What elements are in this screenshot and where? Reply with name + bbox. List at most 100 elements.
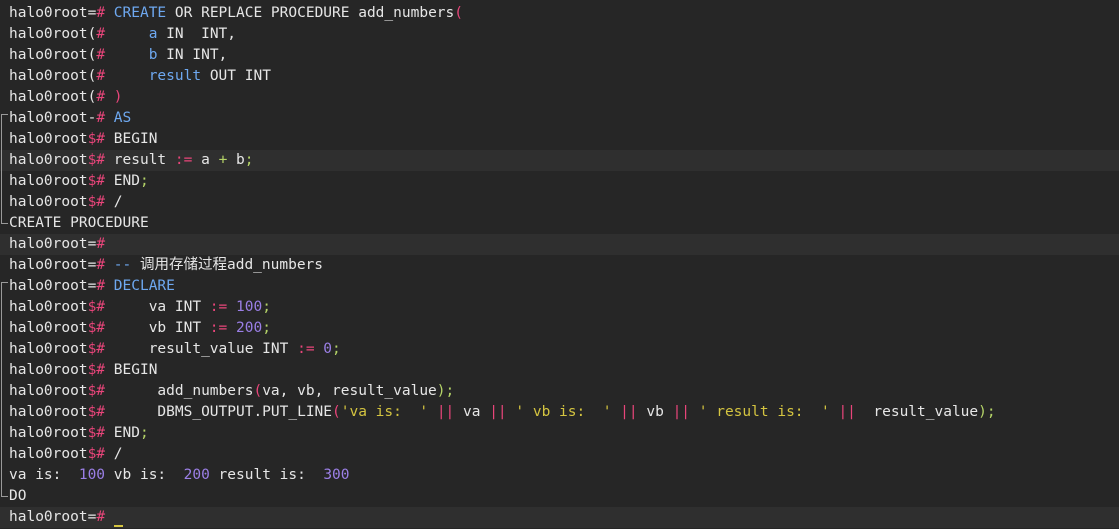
terminal-text: ; [139, 425, 149, 441]
terminal-line: DO [0, 486, 1119, 507]
terminal-line: halo0root$# BEGIN [0, 129, 1119, 150]
terminal-text: 300 [323, 467, 350, 483]
terminal-line: halo0root$# result_value INT := 0; [0, 339, 1119, 360]
terminal-text: DBMS_OUTPUT.PUT_LINE [157, 404, 333, 420]
terminal-line: halo0root=# CREATE OR REPLACE PROCEDURE … [0, 3, 1119, 24]
prompt-text: halo0root= [9, 5, 97, 21]
terminal-text: # ) [96, 89, 123, 105]
prompt-text: halo0root [9, 194, 88, 210]
terminal-text: $# [87, 404, 158, 420]
terminal-line: halo0root(# a IN INT, [0, 24, 1119, 45]
terminal-text: IN INT, [157, 47, 228, 63]
terminal-line: halo0root-# AS [0, 108, 1119, 129]
terminal-text: ; [332, 341, 341, 357]
terminal-text: END [113, 173, 140, 189]
prompt-text: halo0root( [9, 68, 97, 84]
fold-gutter-marker[interactable] [1, 486, 8, 497]
terminal-text: || [436, 404, 455, 420]
terminal-line: halo0root=# [0, 234, 1119, 255]
terminal-text: vb INT [148, 320, 210, 336]
terminal-text: $# [87, 383, 158, 399]
prompt-text: halo0root [9, 152, 88, 168]
fold-gutter-marker[interactable] [1, 402, 8, 423]
prompt-text: halo0root [9, 173, 88, 189]
terminal-text: BEGIN [113, 362, 158, 378]
terminal-text: ( [253, 383, 263, 399]
fold-gutter-marker[interactable] [1, 282, 8, 297]
terminal-line: halo0root$# vb INT := 200; [0, 318, 1119, 339]
terminal-text: := [209, 320, 228, 336]
fold-gutter-marker[interactable] [1, 381, 8, 402]
prompt-text: halo0root [9, 425, 88, 441]
terminal-text: va INT [148, 299, 210, 315]
terminal-window[interactable]: halo0root=# CREATE OR REPLACE PROCEDURE … [0, 0, 1119, 529]
terminal-text: $# [87, 131, 114, 147]
terminal-text: ; [262, 320, 271, 336]
terminal-text: # [96, 236, 106, 252]
terminal-line: halo0root$# DBMS_OUTPUT.PUT_LINE('va is:… [0, 402, 1119, 423]
prompt-text: halo0root [9, 299, 88, 315]
terminal-text: ; [262, 299, 271, 315]
fold-gutter-marker[interactable] [1, 444, 8, 465]
terminal-text: va, vb, result_value [262, 383, 437, 399]
fold-gutter-marker[interactable] [1, 360, 8, 381]
fold-gutter-marker[interactable] [1, 339, 8, 360]
terminal-line: halo0root(# ) [0, 87, 1119, 108]
terminal-text: vb is: [105, 467, 184, 483]
terminal-text: || [620, 404, 638, 420]
terminal-text: # [96, 110, 114, 126]
prompt-text: halo0root= [9, 278, 97, 294]
terminal-line: halo0root$# END; [0, 171, 1119, 192]
terminal-text: # [96, 257, 114, 273]
terminal-text: $# [87, 362, 114, 378]
terminal-text: DECLARE [113, 278, 175, 294]
terminal-text: 0 [323, 341, 333, 357]
terminal-text: add_numbers [157, 383, 254, 399]
terminal-text: BEGIN [113, 131, 158, 147]
fold-gutter-marker[interactable] [1, 297, 8, 318]
terminal-line: halo0root$# BEGIN [0, 360, 1119, 381]
terminal-text: CREATE PROCEDURE [9, 215, 149, 231]
terminal-line: halo0root(# b IN INT, [0, 45, 1119, 66]
terminal-line: halo0root(# result OUT INT [0, 66, 1119, 87]
terminal-text: ); [978, 404, 996, 420]
fold-gutter-marker[interactable] [1, 171, 8, 192]
fold-gutter-marker[interactable] [1, 192, 8, 213]
terminal-text: END [113, 425, 140, 441]
terminal-text: 100 [78, 467, 106, 483]
fold-gutter-marker[interactable] [1, 150, 8, 171]
terminal-text: 'va is: ' [340, 404, 429, 420]
terminal-text: -- [113, 257, 132, 273]
prompt-text: halo0root [9, 131, 88, 147]
terminal-text: 200 [236, 320, 263, 336]
terminal-text: result [113, 152, 175, 168]
terminal-text: vb [637, 404, 673, 420]
prompt-text: halo0root [9, 362, 88, 378]
terminal-text: $# [87, 425, 114, 441]
prompt-text: halo0root= [9, 509, 97, 525]
terminal-text: ; [244, 152, 254, 168]
terminal-text: IN INT, [157, 26, 237, 42]
terminal-text: ); [436, 383, 455, 399]
fold-gutter-marker[interactable] [1, 423, 8, 444]
terminal-text: result_value [855, 404, 979, 420]
terminal-line: halo0root=# -- 调用存储过程add_numbers [0, 255, 1119, 276]
terminal-text: b [227, 152, 245, 168]
terminal-text: || [838, 404, 856, 420]
fold-gutter-marker[interactable] [1, 465, 8, 486]
terminal-text: 调用存储过程add_numbers [131, 257, 324, 273]
terminal-text: $# [87, 152, 114, 168]
fold-gutter-marker[interactable] [1, 129, 8, 150]
fold-gutter-marker[interactable] [1, 114, 8, 129]
prompt-text: halo0root- [9, 110, 97, 126]
terminal-text: $# [87, 446, 114, 462]
fold-gutter-marker[interactable] [1, 213, 8, 224]
fold-gutter-marker[interactable] [1, 318, 8, 339]
terminal-text: AS [113, 110, 132, 126]
prompt-text: halo0root( [9, 89, 97, 105]
prompt-text: halo0root( [9, 26, 97, 42]
